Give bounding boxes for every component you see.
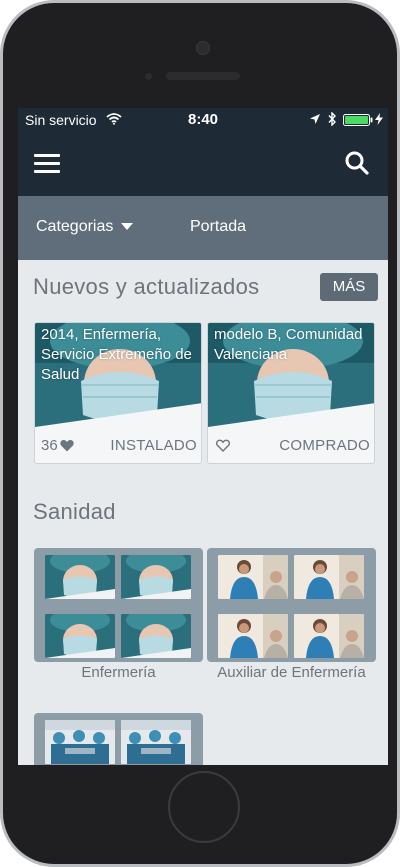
caret-down-icon	[121, 223, 134, 231]
phone-frame: Sin servicio 8:40 Categorias Portada Nue…	[0, 0, 400, 867]
tab-home[interactable]: Portada	[190, 218, 246, 236]
battery-icon	[343, 114, 373, 126]
card-title: 2014, Enfermería, Servicio Extremeño de …	[41, 326, 192, 383]
more-button[interactable]: MÁS	[320, 273, 378, 301]
heart-outline-icon[interactable]	[216, 439, 230, 452]
card-footer: COMPRADO	[208, 427, 374, 463]
new-section-title: Nuevos y actualizados	[33, 274, 260, 299]
proximity-sensor	[145, 73, 152, 80]
category-card-nursing[interactable]	[34, 548, 203, 662]
categories-label: Categorias	[36, 218, 114, 235]
assistant-thumbnail	[294, 614, 364, 658]
product-card[interactable]: modelo B, Comunidad Valenciana COMPRADO	[207, 322, 375, 464]
nurse-thumbnail	[45, 614, 115, 658]
assistant-thumbnail	[218, 614, 288, 658]
health-section-title: Sanidad	[33, 499, 116, 524]
charging-bolt-icon	[375, 113, 383, 125]
top-navigation-bar	[18, 132, 388, 196]
nurse-thumbnail	[45, 555, 115, 599]
operating-room-thumbnail	[45, 720, 115, 764]
category-label-nursing-assistant: Auxiliar de Enfermería	[217, 664, 366, 681]
earpiece-speaker	[166, 72, 240, 80]
nurse-thumbnail	[121, 555, 191, 599]
operating-room-thumbnail	[121, 720, 191, 764]
category-label-nursing: Enfermería	[81, 664, 156, 681]
search-icon[interactable]	[344, 150, 370, 176]
location-arrow-icon	[310, 114, 320, 124]
bluetooth-icon	[328, 112, 336, 126]
card-title: modelo B, Comunidad Valenciana	[214, 326, 363, 363]
status-bar: Sin servicio 8:40	[18, 108, 388, 132]
category-card-surgery[interactable]	[34, 713, 203, 765]
install-status: INSTALADO	[110, 437, 197, 454]
nurse-thumbnail	[121, 614, 191, 658]
categories-dropdown[interactable]: Categorias	[36, 218, 134, 236]
front-camera	[196, 41, 210, 55]
hamburger-menu-icon[interactable]	[34, 154, 60, 174]
heart-icon[interactable]	[60, 439, 74, 452]
purchase-status: COMPRADO	[279, 437, 370, 454]
app-screen: Sin servicio 8:40 Categorias Portada Nue…	[18, 108, 388, 765]
card-footer: 36 INSTALADO	[35, 427, 201, 463]
likes-count: 36	[41, 437, 58, 454]
category-tab-bar: Categorias Portada	[18, 196, 388, 260]
category-card-nursing-assistant[interactable]	[207, 548, 376, 662]
product-card[interactable]: 2014, Enfermería, Servicio Extremeño de …	[34, 322, 202, 464]
assistant-thumbnail	[294, 555, 364, 599]
home-button[interactable]	[168, 771, 240, 843]
assistant-thumbnail	[218, 555, 288, 599]
